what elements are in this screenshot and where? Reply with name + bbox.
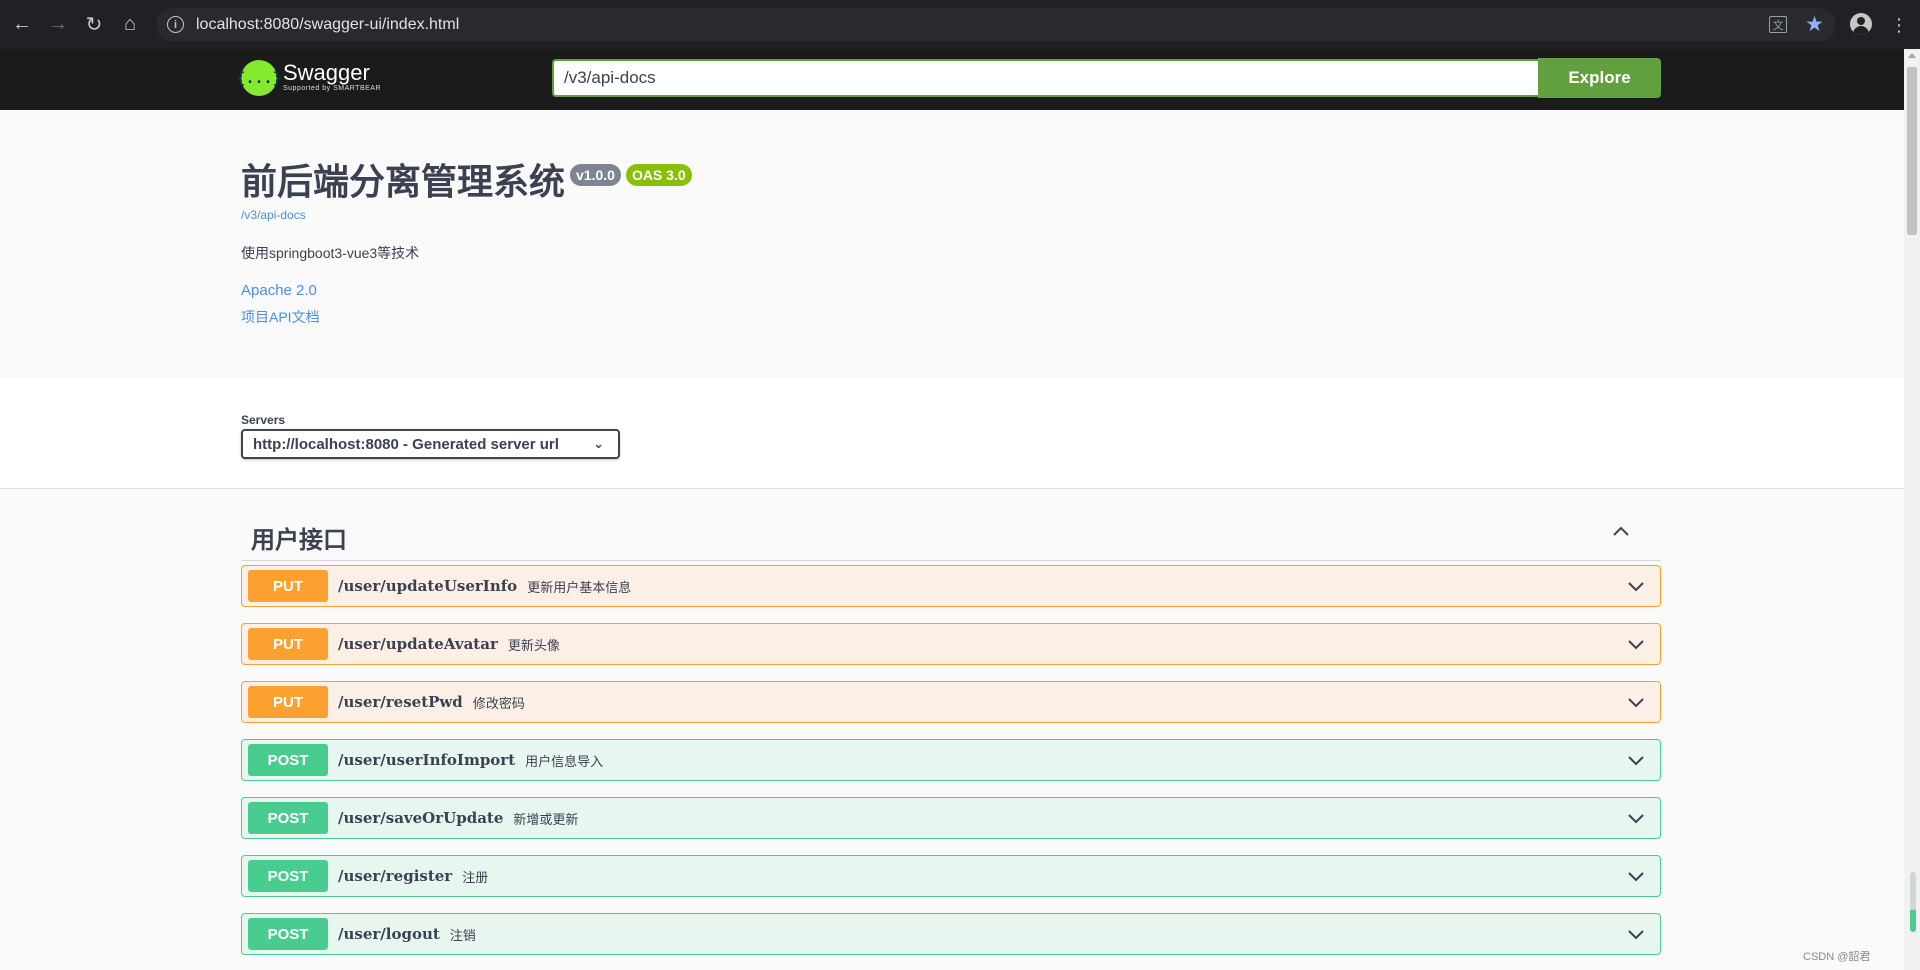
- method-badge: PUT: [248, 628, 328, 660]
- license-link[interactable]: Apache 2.0: [241, 282, 1661, 299]
- chevron-down-icon[interactable]: [1626, 808, 1646, 828]
- servers-selected-value: http://localhost:8080 - Generated server…: [253, 435, 559, 453]
- method-badge: POST: [248, 918, 328, 950]
- chevron-down-icon[interactable]: [1626, 866, 1646, 886]
- operation-path: /user/saveOrUpdate: [338, 809, 504, 827]
- translate-icon[interactable]: 文: [1769, 16, 1788, 33]
- browser-toolbar: ← → ↻ ⌂ i localhost:8080/swagger-ui/inde…: [0, 0, 1920, 49]
- version-badge: v1.0.0: [570, 164, 621, 186]
- swagger-topbar: {...} Swagger Supported by SMARTBEAR /v3…: [0, 49, 1904, 110]
- servers-section: Servers http://localhost:8080 - Generate…: [0, 378, 1904, 489]
- operation-summary: 注销: [449, 927, 476, 943]
- operation-row[interactable]: PUT /user/updateAvatar 更新头像: [241, 623, 1661, 665]
- operation-row[interactable]: POST /user/userInfoImport 用户信息导入: [241, 739, 1661, 781]
- page-scrollbar[interactable]: [1904, 49, 1920, 970]
- method-badge: POST: [248, 860, 328, 892]
- home-icon[interactable]: ⌂: [112, 7, 148, 43]
- operation-path: /user/updateAvatar: [338, 635, 498, 653]
- scrollbar-thumb[interactable]: [1907, 67, 1917, 235]
- method-badge: POST: [248, 744, 328, 776]
- method-badge: POST: [248, 802, 328, 834]
- chevron-down-icon[interactable]: [1626, 576, 1646, 596]
- operation-summary: 用户信息导入: [525, 753, 604, 769]
- logo-title: Swagger: [283, 60, 370, 85]
- operation-path: /user/resetPwd: [338, 693, 463, 711]
- chevron-down-icon[interactable]: [1626, 692, 1646, 712]
- profile-icon[interactable]: [1850, 13, 1872, 35]
- site-info-icon[interactable]: i: [167, 16, 184, 33]
- forward-arrow-icon[interactable]: →: [40, 7, 76, 43]
- api-info: 前后端分离管理系统 v1.0.0 OAS 3.0 /v3/api-docs 使用…: [241, 160, 1661, 327]
- operation-summary: 注册: [462, 869, 489, 885]
- explore-button[interactable]: Explore: [1538, 58, 1661, 98]
- logo-subtitle: Supported by SMARTBEAR: [283, 85, 382, 92]
- explore-form: /v3/api-docs Explore: [552, 58, 1661, 98]
- servers-select[interactable]: http://localhost:8080 - Generated server…: [241, 429, 620, 459]
- operation-summary: 更新用户基本信息: [527, 579, 632, 595]
- chevron-down-icon[interactable]: [1626, 634, 1646, 654]
- reload-icon[interactable]: ↻: [76, 7, 112, 43]
- method-badge: PUT: [248, 570, 328, 602]
- api-title: 前后端分离管理系统: [241, 161, 566, 202]
- spec-link[interactable]: /v3/api-docs: [241, 208, 1661, 222]
- operation-summary: 修改密码: [472, 695, 525, 711]
- chevron-down-icon: ⌄: [593, 436, 604, 451]
- chevron-down-icon[interactable]: [1626, 750, 1646, 770]
- api-description: 使用springboot3-vue3等技术: [241, 245, 420, 261]
- operation-row[interactable]: PUT /user/updateUserInfo 更新用户基本信息: [241, 565, 1661, 607]
- operation-row[interactable]: POST /user/saveOrUpdate 新增或更新: [241, 797, 1661, 839]
- browser-menu-icon[interactable]: ⋮: [1887, 13, 1911, 37]
- spec-url-input[interactable]: /v3/api-docs: [552, 59, 1538, 97]
- chevron-down-icon[interactable]: [1626, 924, 1646, 944]
- chevron-up-icon[interactable]: [1609, 520, 1633, 544]
- bookmark-star-icon[interactable]: ★: [1805, 12, 1824, 37]
- operation-summary: 新增或更新: [513, 811, 579, 827]
- back-arrow-icon[interactable]: ←: [4, 7, 40, 43]
- tag-title[interactable]: 用户接口: [251, 520, 347, 555]
- operation-path: /user/updateUserInfo: [338, 577, 518, 595]
- operation-path: /user/logout: [338, 925, 440, 943]
- operation-path: /user/userInfoImport: [338, 751, 516, 769]
- address-bar[interactable]: i localhost:8080/swagger-ui/index.html 文…: [156, 8, 1836, 41]
- operation-row[interactable]: POST /user/register 注册: [241, 855, 1661, 897]
- operation-row[interactable]: PUT /user/resetPwd 修改密码: [241, 681, 1661, 723]
- address-url[interactable]: localhost:8080/swagger-ui/index.html: [196, 16, 459, 34]
- swagger-logo[interactable]: {...} Swagger Supported by SMARTBEAR: [236, 60, 382, 96]
- swagger-logo-icon: {...}: [236, 60, 282, 96]
- side-progress-indicator: [1910, 872, 1916, 932]
- external-docs-link[interactable]: 项目API文档: [241, 307, 1661, 327]
- tag-section-header[interactable]: 用户接口: [241, 510, 1661, 561]
- operation-summary: 更新头像: [507, 637, 560, 653]
- operation-row[interactable]: POST /user/logout 注销: [241, 913, 1661, 955]
- operation-path: /user/register: [338, 867, 453, 885]
- oas-badge: OAS 3.0: [625, 164, 692, 186]
- scroll-up-arrow-icon[interactable]: [1908, 53, 1916, 58]
- watermark: CSDN @韶君: [1803, 951, 1871, 963]
- method-badge: PUT: [248, 686, 328, 718]
- servers-label: Servers: [241, 413, 286, 427]
